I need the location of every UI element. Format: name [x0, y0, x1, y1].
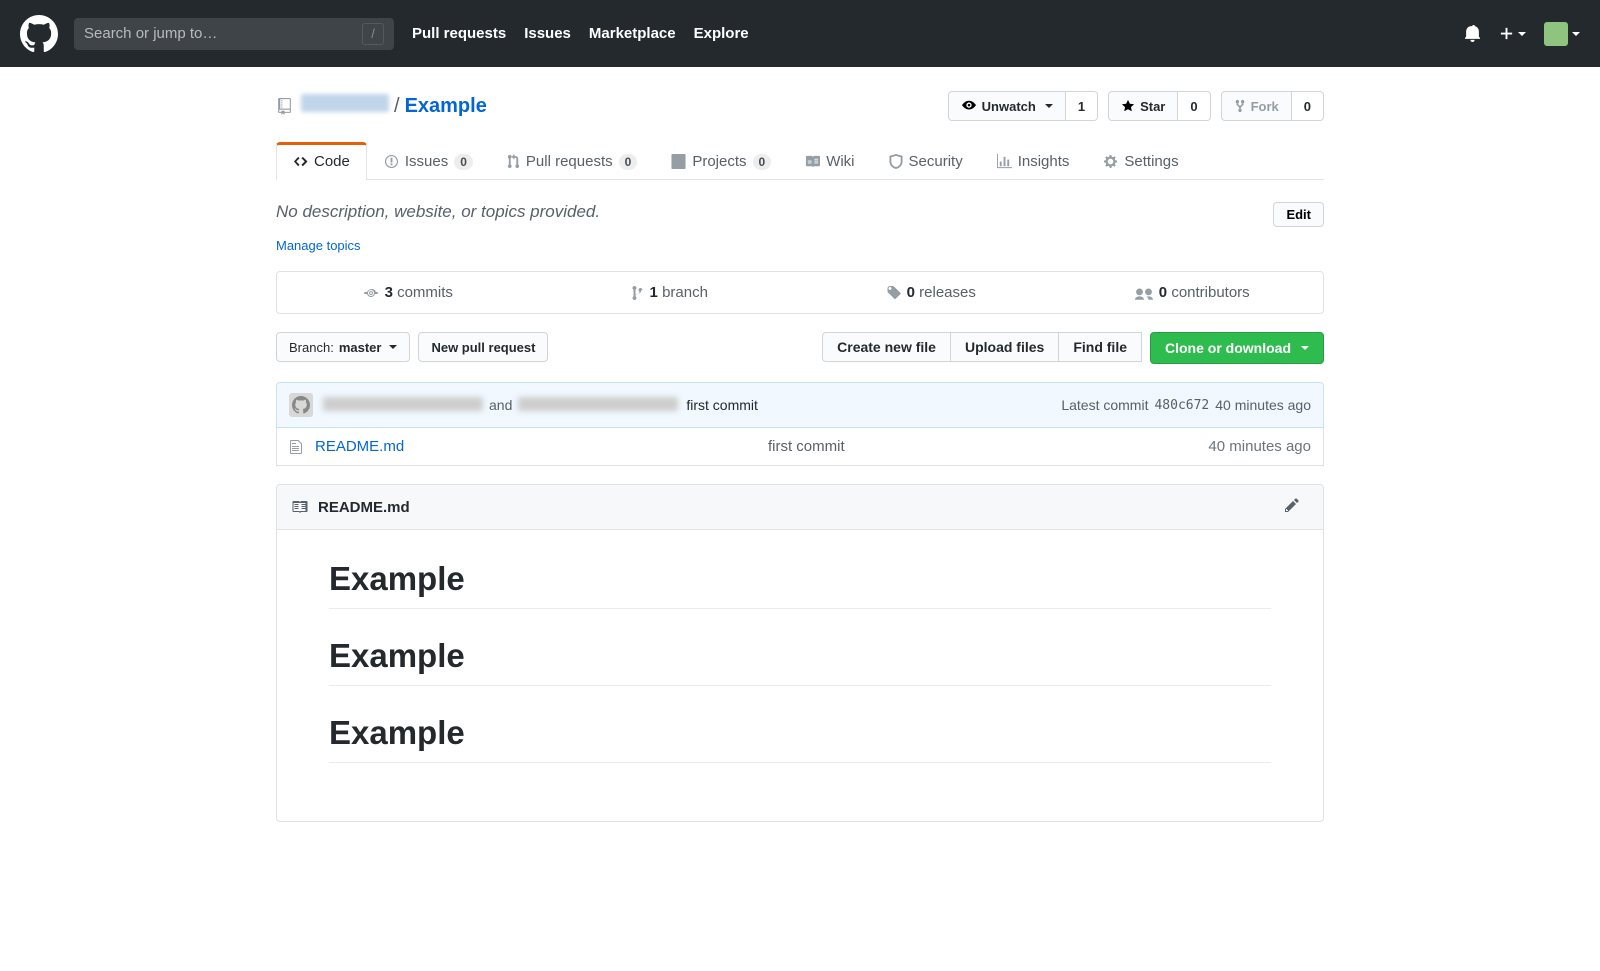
header-nav: Pull requests Issues Marketplace Explore — [412, 25, 749, 42]
repo-title: / Example — [276, 94, 487, 118]
book-icon — [291, 499, 308, 515]
repo-name-link[interactable]: Example — [405, 95, 487, 118]
star-count[interactable]: 0 — [1178, 91, 1210, 121]
commit-author-2[interactable] — [518, 397, 678, 414]
stat-contributors[interactable]: 0 contributors — [1062, 272, 1324, 313]
watch-count[interactable]: 1 — [1066, 91, 1098, 121]
clone-download-button[interactable]: Clone or download — [1150, 332, 1324, 364]
readme-heading: Example — [329, 560, 1271, 609]
readme-box: README.md Example Example Example — [276, 484, 1324, 822]
nav-pull-requests[interactable]: Pull requests — [412, 25, 506, 42]
file-icon — [289, 439, 303, 455]
upload-files-button[interactable]: Upload files — [950, 332, 1058, 362]
nav-explore[interactable]: Explore — [694, 25, 749, 42]
global-header: / Pull requests Issues Marketplace Explo… — [0, 0, 1600, 67]
tab-pull-requests[interactable]: Pull requests0 — [490, 142, 654, 180]
find-file-button[interactable]: Find file — [1058, 332, 1142, 362]
search-input[interactable] — [84, 25, 362, 42]
repo-stats-bar: 3 commits 1 branch 0 releases 0 contribu… — [276, 271, 1324, 314]
edit-description-button[interactable]: Edit — [1273, 202, 1324, 227]
tab-wiki[interactable]: Wiki — [788, 142, 871, 180]
stat-commits[interactable]: 3 commits — [277, 272, 539, 313]
fork-group: Fork 0 — [1221, 91, 1324, 121]
tab-security[interactable]: Security — [872, 142, 980, 180]
tab-insights[interactable]: Insights — [980, 142, 1087, 180]
tab-settings[interactable]: Settings — [1086, 142, 1195, 180]
branch-select-button[interactable]: Branch: master — [276, 332, 410, 362]
commit-author-1[interactable] — [323, 397, 483, 414]
slash-shortcut-icon: / — [362, 23, 384, 45]
nav-marketplace[interactable]: Marketplace — [589, 25, 676, 42]
commit-avatar — [289, 393, 313, 417]
repo-owner-link[interactable] — [301, 94, 389, 118]
new-pull-request-button[interactable]: New pull request — [418, 332, 548, 362]
fork-button[interactable]: Fork — [1221, 91, 1292, 121]
create-new-icon[interactable] — [1499, 26, 1526, 41]
stat-branches[interactable]: 1 branch — [539, 272, 801, 313]
repo-tabs: Code Issues0 Pull requests0 Projects0 Wi… — [276, 141, 1324, 180]
commit-time: 40 minutes ago — [1215, 397, 1311, 413]
create-new-file-button[interactable]: Create new file — [822, 332, 950, 362]
tab-issues[interactable]: Issues0 — [367, 142, 490, 180]
notifications-icon[interactable] — [1464, 25, 1481, 42]
watch-group: Unwatch 1 — [948, 91, 1098, 121]
commit-message[interactable]: first commit — [686, 397, 758, 413]
file-name-link[interactable]: README.md — [315, 438, 404, 455]
manage-topics-link[interactable]: Manage topics — [276, 238, 361, 253]
nav-issues[interactable]: Issues — [524, 25, 571, 42]
user-avatar-menu[interactable] — [1544, 22, 1580, 46]
latest-commit-bar: and first commit Latest commit 480c672 4… — [276, 382, 1324, 428]
repo-separator: / — [394, 95, 400, 118]
readme-header: README.md — [277, 485, 1323, 530]
file-row: README.md first commit 40 minutes ago — [276, 428, 1324, 466]
readme-heading: Example — [329, 714, 1271, 763]
commit-and: and — [489, 397, 512, 413]
readme-heading: Example — [329, 637, 1271, 686]
latest-commit-label: Latest commit — [1061, 397, 1148, 413]
tab-code[interactable]: Code — [276, 142, 367, 180]
user-avatar — [1544, 22, 1568, 46]
readme-content: Example Example Example — [277, 530, 1323, 821]
commit-sha[interactable]: 480c672 — [1154, 398, 1209, 413]
repo-description: No description, website, or topics provi… — [276, 202, 600, 222]
readme-filename: README.md — [318, 499, 410, 516]
stat-releases[interactable]: 0 releases — [800, 272, 1062, 313]
github-logo[interactable] — [20, 15, 58, 53]
star-button[interactable]: Star — [1108, 91, 1178, 121]
search-box[interactable]: / — [74, 18, 394, 50]
unwatch-button[interactable]: Unwatch — [948, 91, 1066, 121]
file-time: 40 minutes ago — [1208, 438, 1311, 455]
star-group: Star 0 — [1108, 91, 1211, 121]
file-commit-message[interactable]: first commit — [404, 438, 1208, 455]
tab-projects[interactable]: Projects0 — [654, 142, 788, 180]
fork-count[interactable]: 0 — [1292, 91, 1324, 121]
edit-readme-icon[interactable] — [1285, 497, 1309, 517]
